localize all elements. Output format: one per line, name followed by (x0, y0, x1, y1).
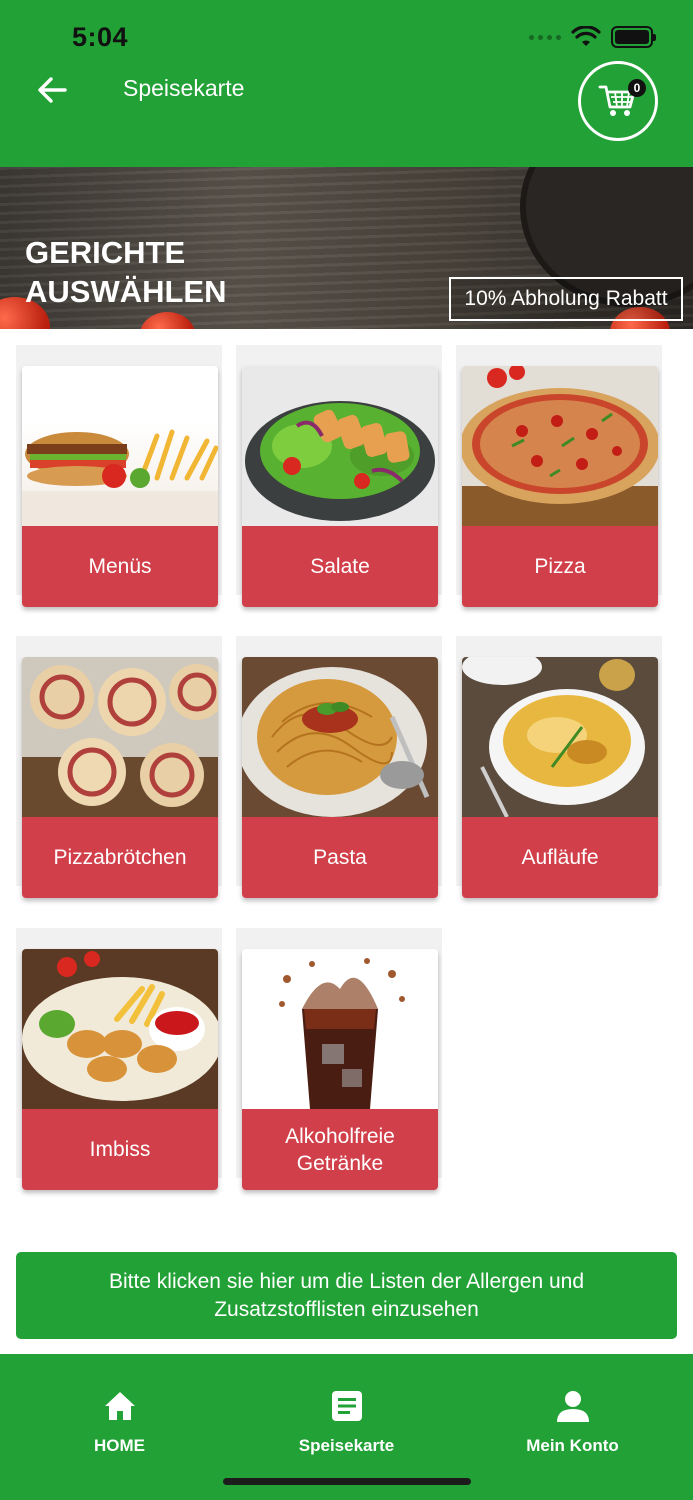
tomato-decoration (140, 312, 195, 329)
burger-fries-photo (22, 366, 218, 526)
hero-banner: GERICHTE AUSWÄHLEN 10% Abholung Rabatt (0, 167, 693, 329)
back-button[interactable] (30, 70, 74, 110)
category-label: Pizza (462, 526, 658, 607)
nuggets-fries-photo (22, 949, 218, 1109)
pizza-photo (462, 366, 658, 526)
banner-title: GERICHTE AUSWÄHLEN (25, 235, 227, 309)
wifi-icon (571, 26, 601, 46)
arrow-left-icon (38, 77, 67, 103)
category-card-snacks[interactable]: Imbiss (16, 928, 222, 1190)
category-card-pizza[interactable]: Pizza (456, 345, 662, 607)
cart-count-badge: 0 (628, 79, 646, 97)
category-card-salads[interactable]: Salate (236, 345, 442, 607)
page-title: Speisekarte (123, 75, 245, 101)
nav-item-menu[interactable]: Speisekarte (231, 1354, 462, 1474)
category-label: Pizzabrötchen (22, 817, 218, 898)
cola-glass-photo (242, 949, 438, 1109)
category-card-menus[interactable]: Menüs (16, 345, 222, 607)
pizza-rolls-photo (22, 657, 218, 817)
home-indicator (223, 1478, 471, 1485)
signal-icon (529, 34, 561, 40)
home-icon (102, 1388, 138, 1424)
nav-item-account[interactable]: Mein Konto (457, 1354, 688, 1474)
status-icons (529, 26, 656, 48)
category-label: Aufläufe (462, 817, 658, 898)
nav-label-account: Mein Konto (526, 1436, 619, 1455)
nav-label-menu: Speisekarte (298, 1436, 395, 1455)
battery-icon (611, 26, 656, 48)
nav-item-home[interactable]: HOME (4, 1354, 235, 1474)
chicken-salad-photo (242, 366, 438, 526)
cart-button[interactable]: 0 (578, 61, 658, 141)
user-icon (555, 1388, 591, 1424)
category-label: Pasta (242, 817, 438, 898)
spaghetti-photo (242, 657, 438, 817)
app-header: 5:04 Speisekarte 0 (0, 0, 693, 167)
category-label: Menüs (22, 526, 218, 607)
nav-label-home: HOME (94, 1436, 145, 1455)
category-card-pizza-rolls[interactable]: Pizzabrötchen (16, 636, 222, 898)
allergen-list-button[interactable]: Bitte klicken sie hier um die Listen der… (16, 1252, 677, 1339)
category-label: Alkoholfreie Getränke (242, 1109, 438, 1190)
category-label: Salate (242, 526, 438, 607)
menu-list-icon (329, 1388, 365, 1424)
category-card-soft-drinks[interactable]: Alkoholfreie Getränke (236, 928, 442, 1190)
category-card-pasta[interactable]: Pasta (236, 636, 442, 898)
discount-badge: 10% Abholung Rabatt (449, 277, 683, 321)
status-time: 5:04 (72, 22, 129, 52)
gratin-photo (462, 657, 658, 817)
category-card-casseroles[interactable]: Aufläufe (456, 636, 662, 898)
category-label: Imbiss (22, 1109, 218, 1190)
